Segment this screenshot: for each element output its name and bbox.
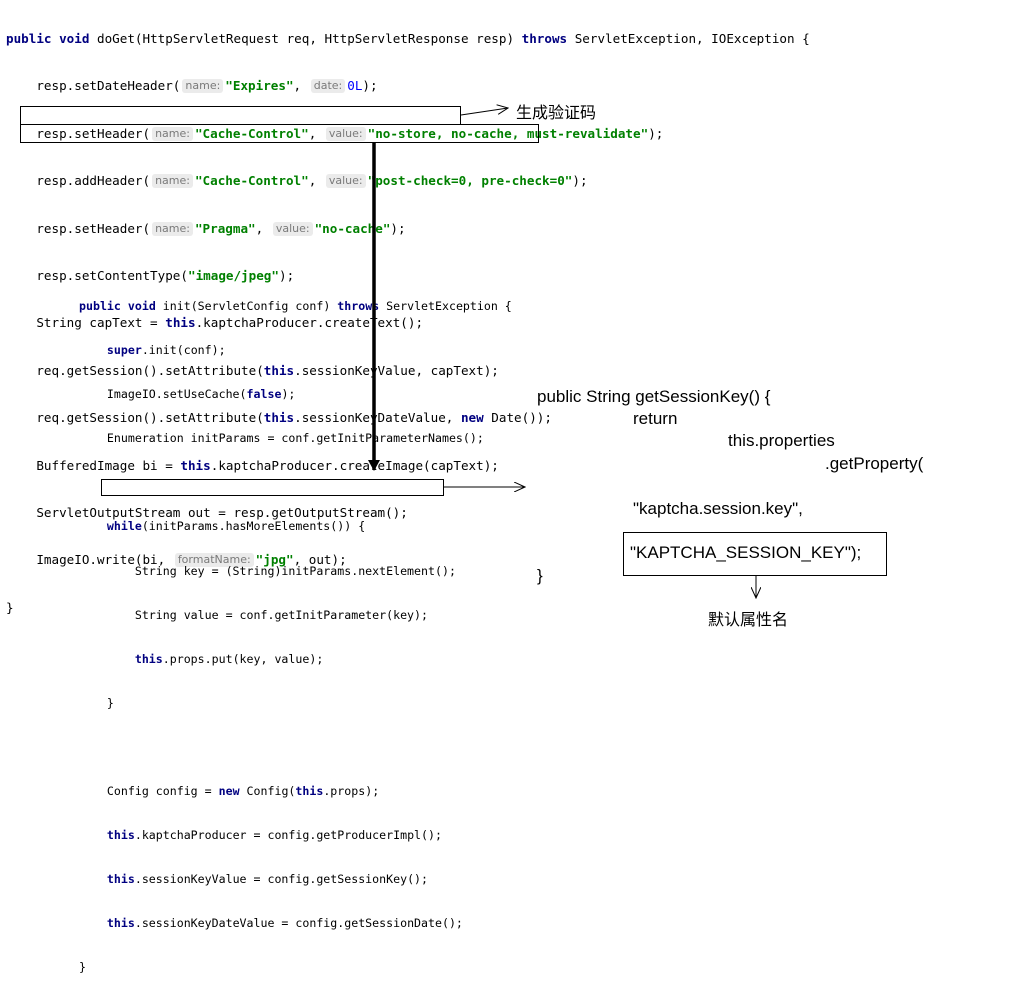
getsessionkey-close-brace: } bbox=[537, 566, 543, 585]
code-text: .sessionKeyDateValue = config.getSession… bbox=[134, 916, 463, 931]
keyword: this bbox=[106, 828, 135, 843]
arrow-generate-captcha bbox=[460, 108, 508, 116]
getsessionkey-default-value: "KAPTCHA_SESSION_KEY"); bbox=[630, 543, 862, 562]
code-text: Config( bbox=[239, 784, 296, 799]
annotation-default-attribute-name: 默认属性名 bbox=[708, 610, 789, 629]
keyword: this bbox=[106, 916, 135, 931]
keyword: this bbox=[295, 784, 324, 799]
code-text: .kaptchaProducer = config.getProducerImp… bbox=[134, 828, 442, 843]
getsessionkey-getproperty: .getProperty( bbox=[825, 454, 924, 473]
code-text: Config config = bbox=[79, 784, 219, 799]
code-text: } bbox=[79, 695, 114, 710]
code-text: .props.put(key, value); bbox=[162, 651, 324, 666]
code-text: } bbox=[79, 960, 86, 975]
keyword: new bbox=[218, 784, 240, 799]
code-line: this.kaptchaProducer = config.getProduce… bbox=[79, 827, 512, 843]
annotation-generate-captcha: 生成验证码 bbox=[516, 103, 597, 122]
code-line: } bbox=[79, 695, 512, 711]
getsessionkey-key-string: "kaptcha.session.key", bbox=[633, 499, 803, 518]
keyword: this bbox=[134, 651, 163, 666]
code-line: this.sessionKeyValue = config.getSession… bbox=[79, 871, 512, 887]
getsessionkey-return: return bbox=[633, 409, 678, 428]
code-text: .sessionKeyValue = config.getSessionKey(… bbox=[134, 872, 429, 887]
getsessionkey-signature: public String getSessionKey() { bbox=[537, 387, 771, 406]
code-line: this.sessionKeyDateValue = config.getSes… bbox=[79, 915, 512, 931]
code-line: } bbox=[79, 959, 512, 975]
code-line: this.props.put(key, value); bbox=[79, 651, 512, 667]
keyword: this bbox=[106, 872, 135, 887]
code-text: .props); bbox=[323, 784, 380, 799]
getsessionkey-properties: this.properties bbox=[728, 431, 835, 450]
arrows-overlay bbox=[368, 0, 1028, 633]
code-line: Config config = new Config(this.props); bbox=[79, 783, 512, 799]
